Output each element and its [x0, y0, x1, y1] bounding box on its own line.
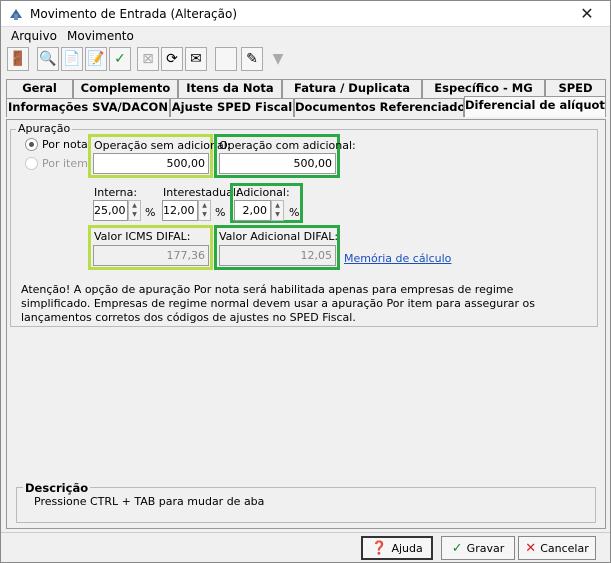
search-icon[interactable]: 🔍 [37, 47, 59, 71]
tab-ajuste-sped-fiscal[interactable]: Ajuste SPED Fiscal [170, 98, 294, 117]
tab-informacoes-sva-dacon[interactable]: Informações SVA/DACON [6, 98, 170, 117]
adicional-field[interactable]: 2,00 [234, 200, 271, 221]
close-button[interactable]: ✕ [572, 4, 602, 24]
new-document-icon[interactable]: 📄 [61, 47, 83, 71]
tab-itens-da-nota[interactable]: Itens da Nota [178, 79, 282, 98]
interna-field[interactable]: 25,00 [93, 200, 128, 221]
title-bar: Movimento de Entrada (Alteração) ✕ [1, 1, 610, 27]
descricao-text: Pressione CTRL + TAB para mudar de aba [34, 495, 265, 508]
exit-icon[interactable]: 🚪 [7, 47, 29, 71]
attention-note: Atenção! A opção de apuração Por nota se… [21, 283, 535, 324]
descricao-label: Descrição [23, 481, 91, 495]
radio-por-nota-label: Por nota [42, 138, 88, 151]
valor-icms-difal-field: 177,36 [93, 245, 209, 266]
tab-documentos-referenciados[interactable]: Documentos Referenciados [294, 98, 464, 117]
interestadual-field[interactable]: 12,00 [162, 200, 198, 221]
valor-adicional-difal-field: 12,05 [219, 245, 336, 266]
adicional-label: Adicional: [236, 186, 290, 199]
toolbar: 🚪 🔍 📄 📝 ✓ ⊠ ⟳ ✉ ✎ ▼ [5, 47, 300, 73]
operacao-sem-adicional-label: Operação sem adicional: [94, 139, 231, 152]
adicional-spinner[interactable]: ▲ ▼ [271, 200, 284, 221]
ajuda-label: Ajuda [391, 541, 423, 555]
window-title: Movimento de Entrada (Alteração) [30, 7, 238, 21]
tab-strip: Geral Complemento Itens da Nota Fatura /… [6, 79, 606, 121]
app-icon [8, 6, 24, 22]
tab-diferencial-de-aliquota[interactable]: Diferencial de alíquota [464, 96, 606, 117]
radio-por-item [25, 157, 38, 170]
interestadual-spinner[interactable]: ▲ ▼ [198, 200, 211, 221]
radio-por-item-label: Por item [42, 157, 88, 170]
menu-movimento[interactable]: Movimento [67, 29, 134, 43]
edit-document-icon[interactable]: 📝 [85, 47, 107, 71]
valor-adicional-difal-label: Valor Adicional DIFAL: [219, 230, 339, 243]
cancel-x-icon: ✕ [525, 540, 537, 556]
window: Movimento de Entrada (Alteração) ✕ Arqui… [0, 0, 611, 563]
cancelar-button[interactable]: ✕ Cancelar [518, 536, 596, 560]
apuracao-group-label: Apuração [16, 122, 73, 135]
memoria-de-calculo-link[interactable]: Memória de cálculo [344, 252, 451, 265]
interna-label: Interna: [94, 186, 138, 199]
interestadual-percent: % [215, 206, 226, 219]
gravar-button[interactable]: ✓ Gravar [441, 536, 515, 560]
operacao-com-adicional-field[interactable]: 500,00 [219, 153, 336, 174]
tab-fatura-duplicata[interactable]: Fatura / Duplicata [282, 79, 422, 98]
tab-complemento[interactable]: Complemento [73, 79, 178, 98]
delete-icon: ⊠ [137, 47, 159, 71]
cancelar-label: Cancelar [540, 541, 589, 555]
iss-icon[interactable]: ✎ [241, 47, 263, 71]
valor-icms-difal-label: Valor ICMS DIFAL: [94, 230, 191, 243]
interestadual-label: Interestadual: [163, 186, 240, 199]
confirm-check-icon[interactable]: ✓ [109, 47, 131, 71]
disabled-tool-icon: ▼ [272, 51, 284, 67]
interna-spinner[interactable]: ▲ ▼ [128, 200, 141, 221]
mail-icon[interactable]: ✉ [185, 47, 207, 71]
operacao-com-adicional-label: Operação com adicional: [219, 139, 356, 152]
refresh-icon[interactable]: ⟳ [161, 47, 183, 71]
menu-bar: Arquivo Movimento [1, 28, 610, 45]
separator [1, 532, 610, 533]
menu-arquivo[interactable]: Arquivo [11, 29, 57, 43]
interna-percent: % [145, 206, 156, 219]
check-icon: ✓ [451, 540, 463, 556]
help-icon: ❓ [371, 540, 388, 556]
adicional-percent: % [289, 206, 300, 219]
radio-por-nota[interactable] [25, 138, 38, 151]
tab-geral[interactable]: Geral [6, 79, 73, 98]
operacao-sem-adicional-field[interactable]: 500,00 [93, 153, 209, 174]
gravar-label: Gravar [466, 541, 505, 555]
ajuda-button[interactable]: ❓ Ajuda [361, 536, 433, 560]
blank-icon[interactable] [215, 47, 237, 71]
